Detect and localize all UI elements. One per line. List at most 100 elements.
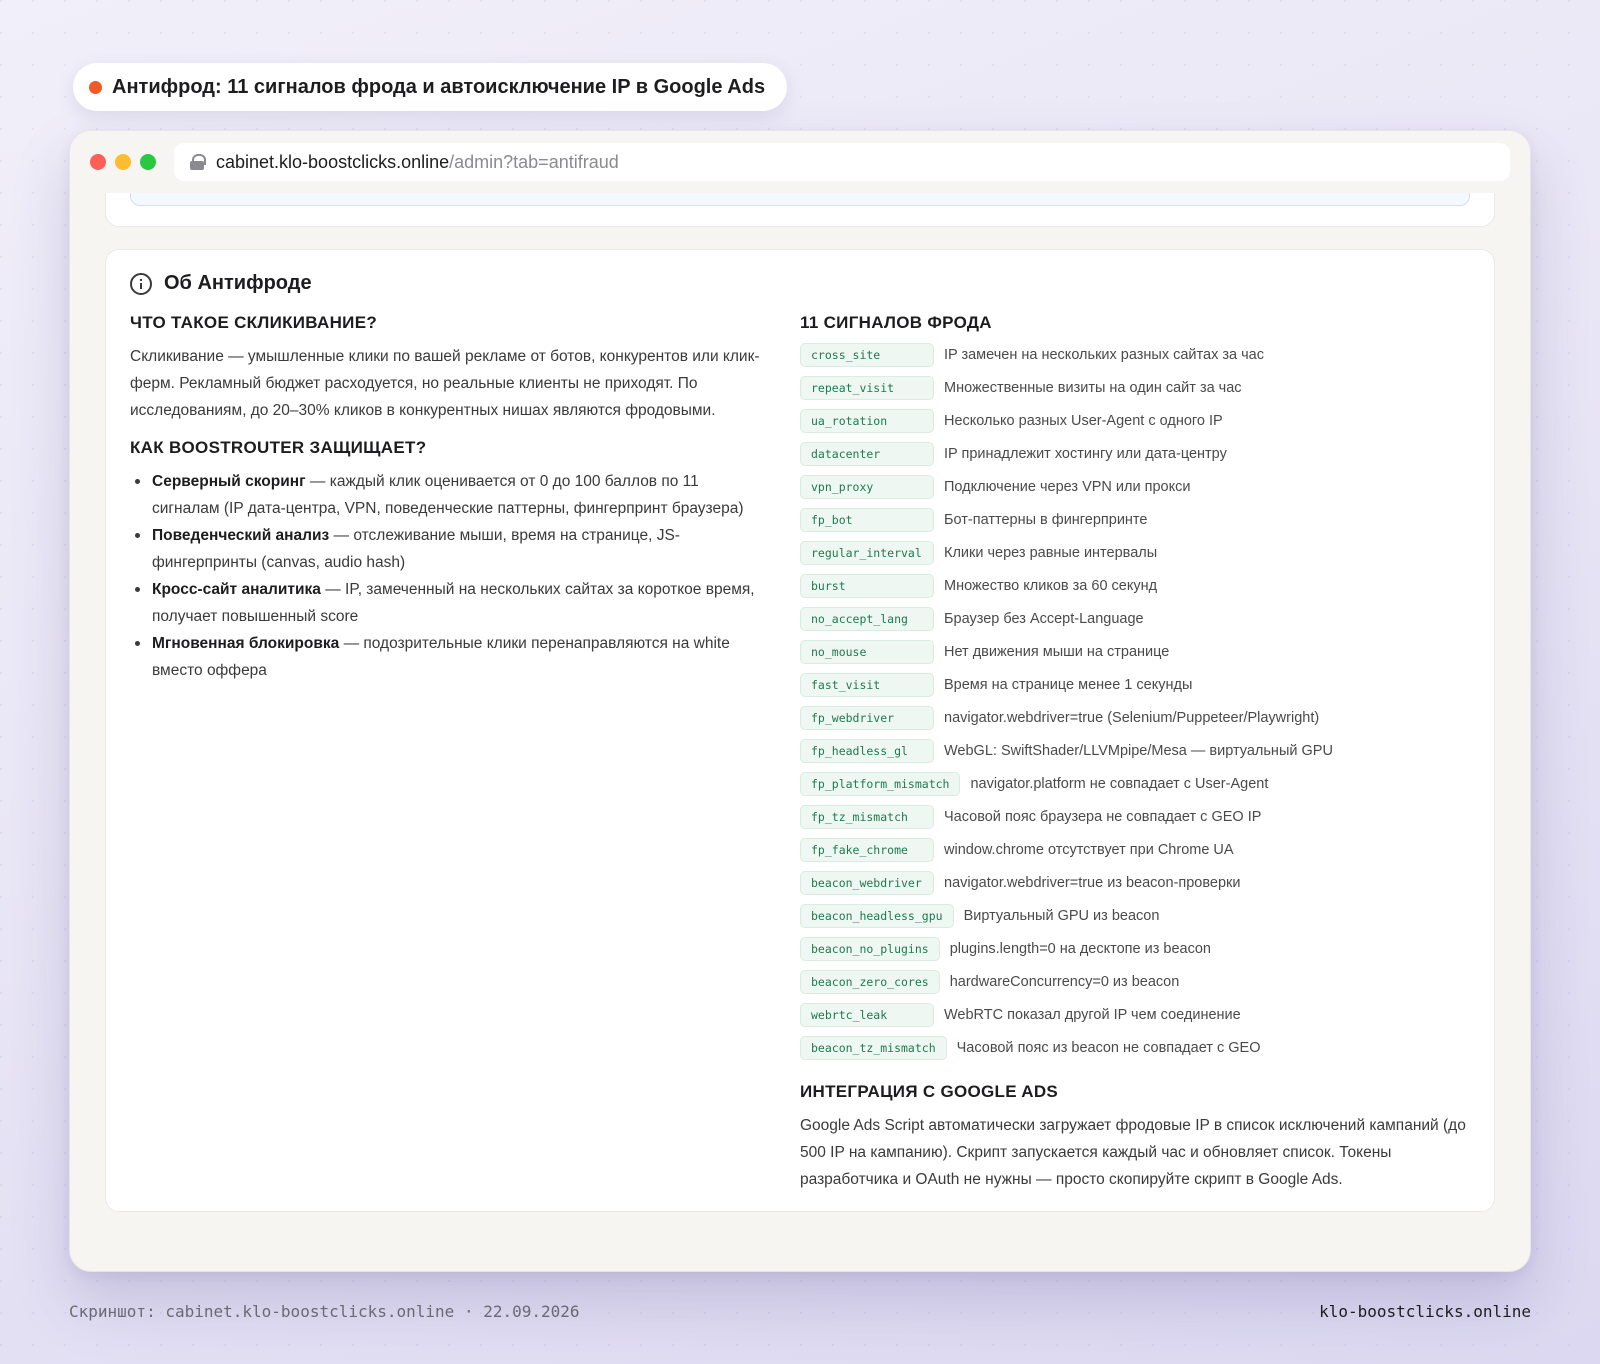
signal-code: fast_visit — [800, 673, 934, 697]
signal-code: fp_tz_mismatch — [800, 805, 934, 829]
left-column: ЧТО ТАКОЕ СКЛИКИВАНИЕ? Скликивание — умы… — [130, 309, 760, 1193]
signal-code: repeat_visit — [800, 376, 934, 400]
maximize-window-button[interactable] — [140, 154, 156, 170]
signal-code: fp_platform_mismatch — [800, 772, 961, 796]
card-title: Об Антифроде — [164, 272, 312, 294]
page-viewport: Об Антифроде ЧТО ТАКОЕ СКЛИКИВАНИЕ? Скли… — [70, 193, 1530, 1271]
status-dot-icon — [89, 80, 102, 94]
signal-code: no_mouse — [800, 640, 934, 664]
signal-description: Браузер без Accept-Language — [944, 611, 1144, 627]
signal-row: regular_interval Клики через равные интер… — [800, 541, 1470, 565]
signal-row: datacenter IP принадлежит хостингу или да… — [800, 442, 1470, 466]
signal-row: no_mouse Нет движения мыши на странице — [800, 640, 1470, 664]
signal-row: fp_bot Бот-паттерны в фингерпринте — [800, 508, 1470, 532]
signal-description: Несколько разных User-Agent с одного IP — [944, 413, 1223, 429]
url-path: /admin?tab=antifraud — [449, 151, 619, 172]
signal-row: beacon_headless_gpu Виртуальный GPU из be… — [800, 904, 1470, 928]
signal-row: burst Множество кликов за 60 секунд — [800, 574, 1470, 598]
signal-row: fast_visit Время на странице менее 1 секу… — [800, 673, 1470, 697]
signal-row: beacon_no_plugins plugins.length=0 на дес… — [800, 937, 1470, 961]
signal-description: WebGL: SwiftShader/LLVMpipe/Mesa — вирту… — [944, 743, 1333, 759]
browser-window: cabinet.klo-boostclicks.online/admin?tab… — [69, 130, 1531, 1272]
signal-row: repeat_visit Множественные визиты на один… — [800, 376, 1470, 400]
signal-code: no_accept_lang — [800, 607, 934, 631]
signal-description: Клики через равные интервалы — [944, 545, 1158, 561]
list-item: Кросс-сайт аналитика — IP, замеченный на… — [130, 576, 760, 630]
page-title-pill: Антифрод: 11 сигналов фрода и автоисключ… — [73, 63, 788, 111]
signal-row: vpn_proxy Подключение через VPN или прокс… — [800, 475, 1470, 499]
signal-code: beacon_headless_gpu — [800, 904, 954, 928]
signal-description: IP замечен на нескольких разных сайтах з… — [944, 347, 1264, 363]
signal-description: IP принадлежит хостингу или дата-центру — [944, 446, 1227, 462]
signal-row: fp_tz_mismatch Часовой пояс браузера не с… — [800, 805, 1470, 829]
card-columns: ЧТО ТАКОЕ СКЛИКИВАНИЕ? Скликивание — умы… — [130, 309, 1470, 1193]
signal-code: fp_bot — [800, 508, 934, 532]
list-item: Мгновенная блокировка — подозрительные к… — [130, 630, 760, 684]
minimize-window-button[interactable] — [115, 154, 131, 170]
close-window-button[interactable] — [90, 154, 106, 170]
browser-toolbar: cabinet.klo-boostclicks.online/admin?tab… — [70, 131, 1530, 193]
signal-description: Множественные визиты на один сайт за час — [944, 380, 1242, 396]
signal-code: ua_rotation — [800, 409, 934, 433]
signal-code: datacenter — [800, 442, 934, 466]
right-column: 11 СИГНАЛОВ ФРОДА cross_site IP замечен н… — [800, 309, 1470, 1193]
signal-description: Часовой пояс из beacon не совпадает с GE… — [956, 1040, 1261, 1056]
signals-list: cross_site IP замечен на нескольких разны… — [800, 343, 1470, 1060]
signal-code: beacon_webdriver — [800, 871, 934, 895]
signal-code: fp_webdriver — [800, 706, 934, 730]
signal-row: beacon_zero_cores hardwareConcurrency=0 и… — [800, 970, 1470, 994]
signal-description: plugins.length=0 на десктопе из beacon — [949, 941, 1211, 957]
info-icon — [130, 272, 152, 295]
signal-code: regular_interval — [800, 541, 934, 565]
signal-description: navigator.webdriver=true из beacon-прове… — [944, 875, 1241, 891]
signal-row: fp_platform_mismatch navigator.platform н… — [800, 772, 1470, 796]
google-ads-paragraph: Google Ads Script автоматически загружае… — [800, 1117, 1466, 1188]
signal-description: Время на странице менее 1 секунды — [944, 677, 1193, 693]
section-heading-signals: 11 СИГНАЛОВ ФРОДА — [800, 313, 992, 332]
signal-code: beacon_zero_cores — [800, 970, 940, 994]
signal-code: vpn_proxy — [800, 475, 934, 499]
page-title: Антифрод: 11 сигналов фрода и автоисключ… — [112, 75, 766, 98]
section-heading-what-is: ЧТО ТАКОЕ СКЛИКИВАНИЕ? — [130, 313, 378, 332]
signal-code: cross_site — [800, 343, 934, 367]
window-controls — [90, 154, 156, 170]
section-heading-how-protects: КАК BOOSTROUTER ЗАЩИЩАЕТ? — [130, 438, 427, 457]
protection-list: Серверный скоринг — каждый клик оценивае… — [130, 468, 760, 684]
signal-row: cross_site IP замечен на нескольких разны… — [800, 343, 1470, 367]
list-item: Поведенческий анализ — отслеживание мыши… — [130, 522, 760, 576]
signal-code: fp_headless_gl — [800, 739, 934, 763]
signal-row: fp_webdriver navigator.webdriver=true (Se… — [800, 706, 1470, 730]
signal-description: Виртуальный GPU из beacon — [963, 908, 1160, 924]
url-host: cabinet.klo-boostclicks.online — [216, 151, 450, 172]
signal-row: fp_fake_chrome window.chrome отсутствует … — [800, 838, 1470, 862]
previous-card — [105, 193, 1495, 227]
footer-domain: klo-boostclicks.online — [1319, 1302, 1531, 1321]
card-header: Об Антифроде — [130, 272, 1470, 295]
list-item: Серверный скоринг — каждый клик оценивае… — [130, 468, 760, 522]
section-heading-google-ads: ИНТЕГРАЦИЯ С GOOGLE ADS — [800, 1082, 1059, 1101]
signal-description: navigator.platform не совпадает с User-A… — [970, 776, 1269, 792]
about-antifraud-card: Об Антифроде ЧТО ТАКОЕ СКЛИКИВАНИЕ? Скли… — [105, 249, 1495, 1212]
signal-code: burst — [800, 574, 934, 598]
signal-description: Множество кликов за 60 секунд — [944, 578, 1158, 594]
signal-description: Подключение через VPN или прокси — [944, 479, 1191, 495]
signal-description: hardwareConcurrency=0 из beacon — [949, 974, 1180, 990]
signal-code: beacon_tz_mismatch — [800, 1036, 947, 1060]
signal-description: Бот-паттерны в фингерпринте — [944, 512, 1148, 528]
signal-description: window.chrome отсутствует при Chrome UA — [944, 842, 1234, 858]
signal-row: beacon_tz_mismatch Часовой пояс из beacon… — [800, 1036, 1470, 1060]
signal-description: Нет движения мыши на странице — [944, 644, 1170, 660]
signal-description: navigator.webdriver=true (Selenium/Puppe… — [944, 710, 1320, 726]
signal-row: webrtc_leak WebRTC показал другой IP чем … — [800, 1003, 1470, 1027]
signal-code: beacon_no_plugins — [800, 937, 940, 961]
footer-caption: Скриншот: cabinet.klo-boostclicks.online… — [69, 1302, 580, 1321]
signal-row: fp_headless_gl WebGL: SwiftShader/LLVMpip… — [800, 739, 1470, 763]
signal-row: ua_rotation Несколько разных User-Agent с… — [800, 409, 1470, 433]
signal-row: no_accept_lang Браузер без Accept-Languag… — [800, 607, 1470, 631]
signal-code: fp_fake_chrome — [800, 838, 934, 862]
address-bar[interactable]: cabinet.klo-boostclicks.online/admin?tab… — [174, 143, 1510, 181]
signal-description: Часовой пояс браузера не совпадает с GEO… — [944, 809, 1262, 825]
signal-description: WebRTC показал другой IP чем соединение — [944, 1007, 1241, 1023]
signal-row: beacon_webdriver navigator.webdriver=true… — [800, 871, 1470, 895]
signal-code: webrtc_leak — [800, 1003, 934, 1027]
